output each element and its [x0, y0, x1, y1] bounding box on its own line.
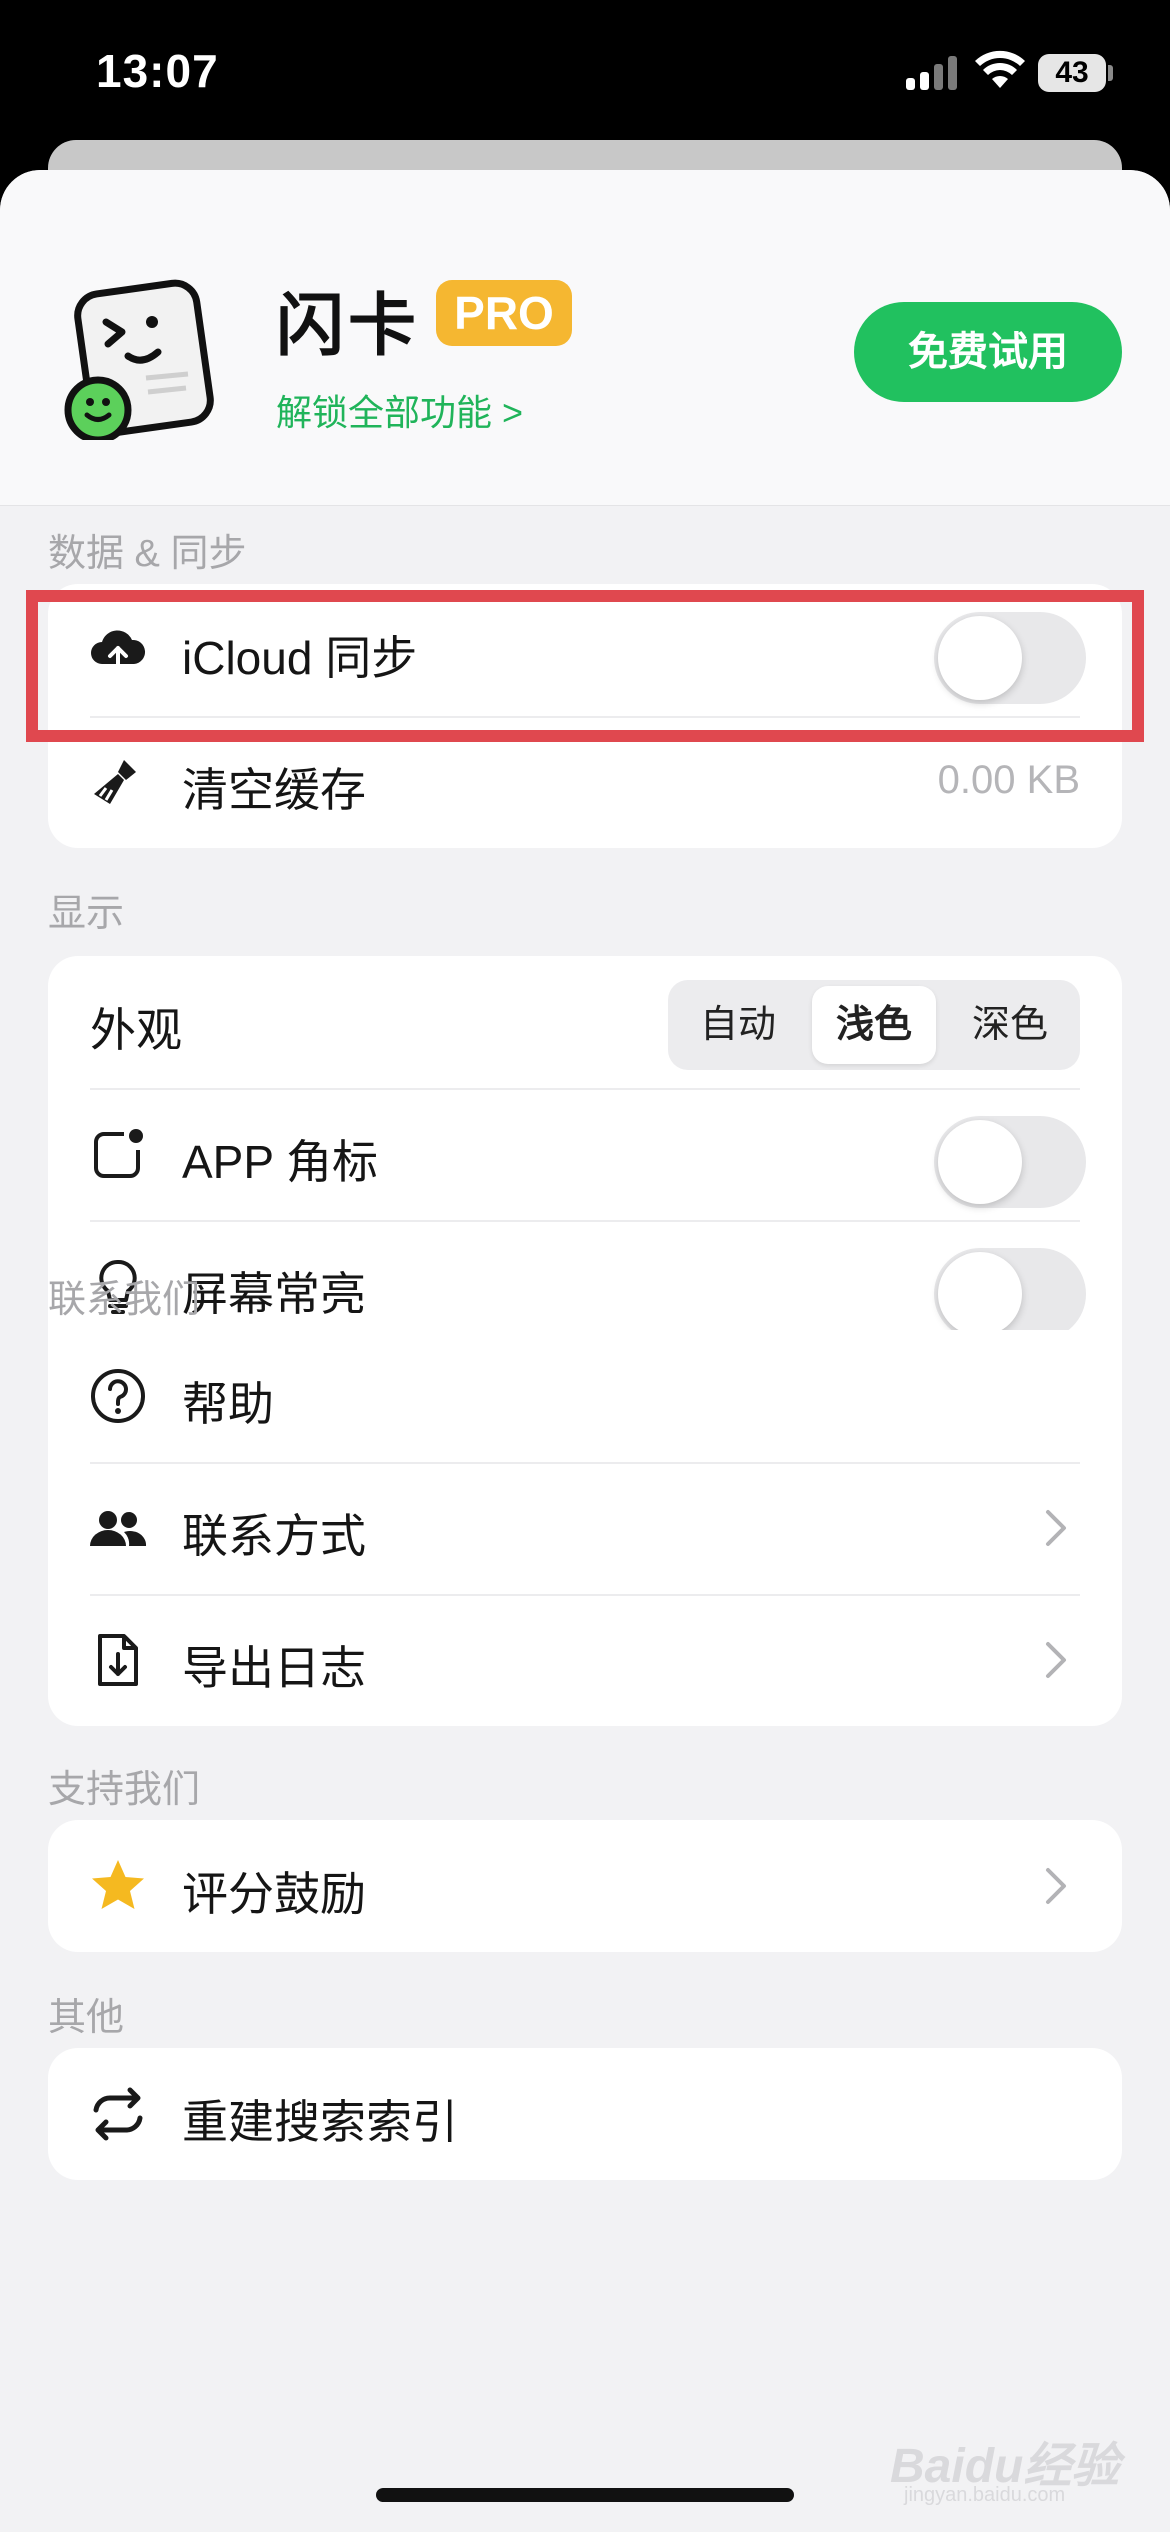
appearance-option-auto[interactable]: 自动 — [676, 986, 800, 1064]
status-time: 13:07 — [96, 45, 219, 97]
star-icon — [92, 1860, 144, 1909]
appearance-row: 外观 自动 浅色 深色 — [48, 956, 1122, 1088]
app-title: 闪卡 — [276, 288, 421, 364]
rate-row[interactable]: 评分鼓励 — [48, 1820, 1122, 1952]
keep-awake-toggle[interactable] — [934, 1248, 1086, 1340]
refresh-arrows-icon — [93, 2087, 143, 2141]
support-card: 评分鼓励 — [48, 1820, 1122, 1952]
icloud-sync-toggle[interactable] — [934, 612, 1086, 704]
wifi-icon — [975, 50, 1025, 88]
rebuild-index-label: 重建搜索索引 — [182, 2096, 458, 2148]
appearance-option-dark[interactable]: 深色 — [948, 986, 1072, 1064]
battery-nub — [1108, 65, 1113, 81]
rebuild-index-row[interactable]: 重建搜索索引 — [48, 2048, 1122, 2180]
pro-badge: PRO — [436, 280, 572, 346]
cellular-signal-icon — [906, 56, 958, 90]
toggle-knob — [938, 1252, 1022, 1336]
app-badge-icon — [94, 1129, 143, 1178]
icloud-sync-row[interactable]: iCloud 同步 — [48, 584, 1122, 716]
people-icon — [90, 1511, 147, 1546]
app-badge-label: APP 角标 — [182, 1136, 378, 1188]
settings-sheet: 闪卡 PRO 解锁全部功能 > 免费试用 数据 & 同步 iCloud 同步 清… — [0, 170, 1170, 2532]
unlock-features-link[interactable]: 解锁全部功能 > — [276, 384, 523, 436]
help-label: 帮助 — [182, 1378, 274, 1430]
section-title-display: 显示 — [48, 893, 125, 935]
keep-awake-label: 屏幕常亮 — [182, 1268, 366, 1320]
section-title-data-sync: 数据 & 同步 — [48, 533, 247, 575]
other-card: 重建搜索索引 — [48, 2048, 1122, 2180]
export-log-label: 导出日志 — [182, 1642, 366, 1694]
appearance-segmented-control[interactable]: 自动 浅色 深色 — [668, 980, 1080, 1070]
cloud-upload-icon — [91, 630, 146, 672]
rate-label: 评分鼓励 — [182, 1868, 366, 1920]
home-indicator[interactable] — [376, 2488, 794, 2502]
data-sync-card: iCloud 同步 清空缓存 0.00 KB — [48, 584, 1122, 848]
appearance-option-light[interactable]: 浅色 — [812, 986, 936, 1064]
toggle-knob — [938, 1120, 1022, 1204]
section-title-support: 支持我们 — [48, 1769, 201, 1811]
contact-method-label: 联系方式 — [182, 1510, 366, 1562]
clear-cache-label: 清空缓存 — [182, 764, 366, 816]
export-document-icon — [98, 1634, 138, 1686]
watermark-subtext: jingyan.baidu.com — [904, 2484, 1066, 2506]
section-title-other: 其他 — [48, 1997, 125, 2039]
contact-card: 帮助 联系方式 导出日志 — [48, 1330, 1122, 1726]
status-bar: 13:07 43 — [0, 0, 1170, 150]
chevron-right-icon — [1046, 1510, 1066, 1546]
section-title-contact: 联系我们 — [48, 1279, 201, 1321]
broom-icon — [94, 760, 136, 804]
icloud-sync-label: iCloud 同步 — [182, 632, 418, 684]
export-log-row[interactable]: 导出日志 — [48, 1594, 1122, 1726]
clear-cache-row[interactable]: 清空缓存 0.00 KB — [48, 716, 1122, 848]
app-header: 闪卡 PRO 解锁全部功能 > 免费试用 — [0, 170, 1170, 506]
app-badge-row[interactable]: APP 角标 — [48, 1088, 1122, 1220]
app-badge-toggle[interactable] — [934, 1116, 1086, 1208]
toggle-knob — [938, 616, 1022, 700]
battery-indicator: 43 — [1038, 54, 1106, 92]
app-logo-icon — [64, 279, 214, 440]
help-question-icon — [91, 1369, 145, 1423]
cache-size-value: 0.00 KB — [937, 758, 1080, 802]
chevron-right-icon — [1046, 1868, 1066, 1904]
chevron-right-icon — [1046, 1642, 1066, 1678]
free-trial-button[interactable]: 免费试用 — [854, 302, 1122, 402]
contact-method-row[interactable]: 联系方式 — [48, 1462, 1122, 1594]
appearance-label: 外观 — [90, 1004, 182, 1056]
help-row[interactable]: 帮助 — [48, 1330, 1122, 1462]
